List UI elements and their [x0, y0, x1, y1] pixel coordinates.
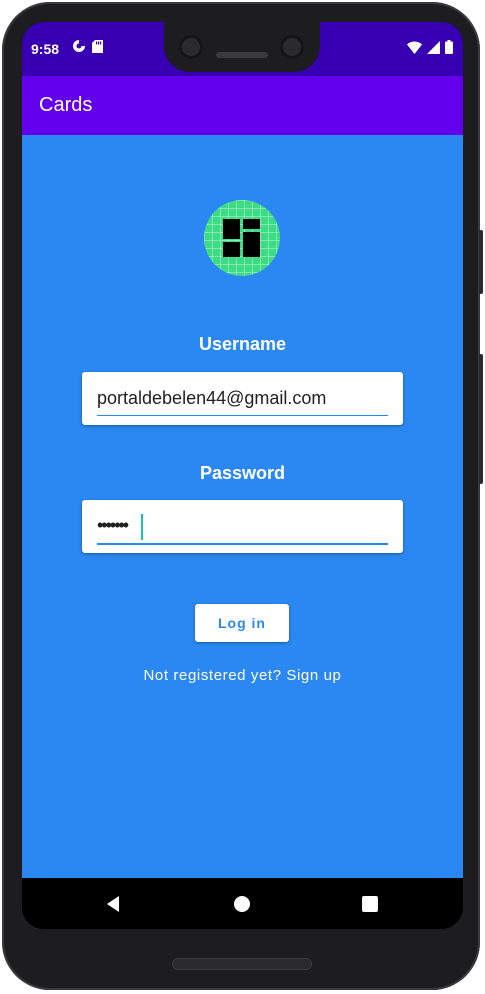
status-icons-left — [72, 39, 103, 53]
password-value: ••••••• — [97, 515, 129, 535]
data-saver-icon — [73, 40, 85, 52]
back-icon[interactable] — [102, 892, 126, 916]
front-camera-right — [280, 35, 304, 59]
home-icon[interactable] — [230, 892, 254, 916]
front-camera-left — [179, 35, 203, 59]
earpiece-speaker — [216, 52, 268, 58]
status-time: 9:58 — [31, 41, 60, 57]
status-bar: 9:58 — [22, 22, 463, 76]
login-button[interactable]: Log in — [195, 604, 289, 642]
password-underline — [97, 543, 388, 545]
logo-tile — [223, 242, 240, 257]
nav-bar — [22, 878, 463, 929]
username-underline — [97, 415, 388, 416]
password-field[interactable]: ••••••• — [82, 500, 403, 553]
phone-frame: 9:58 Cards Username portaldebelen44@gmai… — [2, 2, 483, 990]
recents-icon[interactable] — [358, 892, 382, 916]
signal-icon — [427, 40, 440, 54]
battery-icon — [445, 40, 453, 54]
wifi-icon — [407, 41, 422, 54]
password-label: Password — [199, 463, 286, 483]
camera-notch — [164, 22, 320, 72]
logo-tile — [223, 219, 240, 239]
power-button — [479, 230, 483, 294]
volume-button — [479, 354, 483, 484]
app-title: Cards — [39, 94, 93, 116]
text-cursor — [141, 514, 143, 540]
logo-tile — [243, 232, 260, 257]
screen: 9:58 Cards Username portaldebelen44@gmai… — [22, 22, 463, 929]
username-field[interactable]: portaldebelen44@gmail.com — [82, 372, 403, 425]
sd-card-icon — [92, 39, 103, 53]
logo-tile — [243, 219, 260, 229]
app-bar: Cards — [22, 76, 463, 135]
cards-logo-icon — [204, 200, 280, 276]
login-content: Username portaldebelen44@gmail.com Passw… — [22, 135, 463, 878]
username-label: Username — [198, 334, 287, 354]
signup-link[interactable]: Not registered yet? Sign up — [22, 667, 463, 684]
username-value: portaldebelen44@gmail.com — [97, 388, 327, 408]
bottom-speaker — [172, 958, 312, 970]
status-icons-right — [407, 40, 453, 54]
